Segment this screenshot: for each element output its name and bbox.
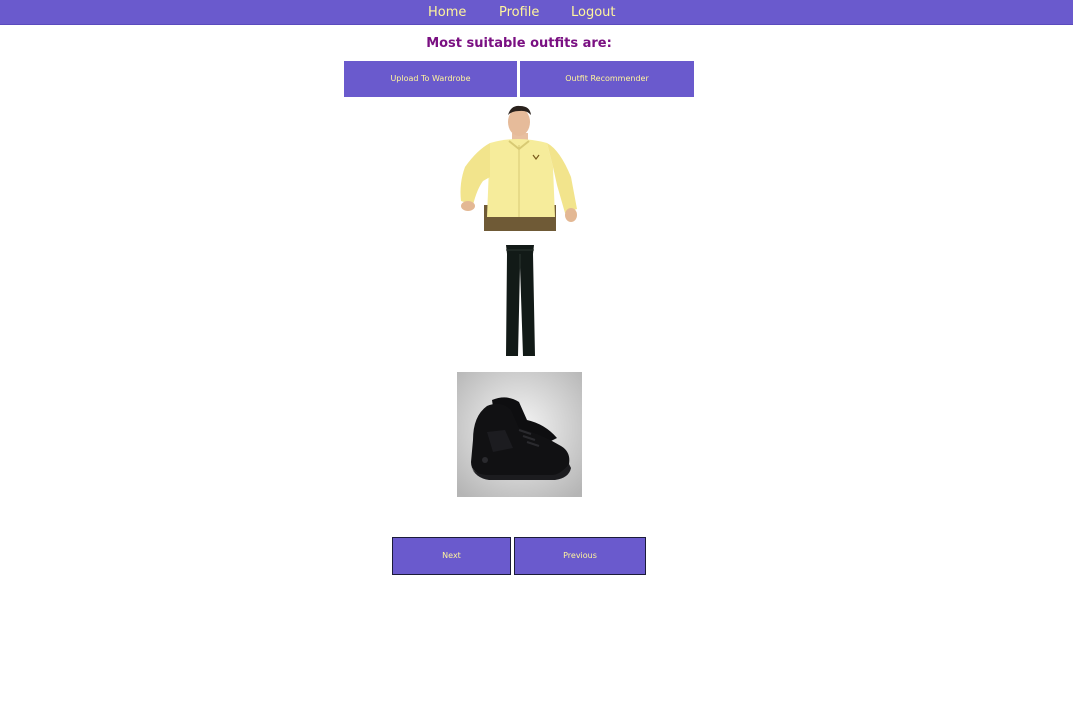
outfit-recommender-button[interactable]: Outfit Recommender — [520, 61, 694, 97]
top-navbar: Home Profile Logout — [0, 0, 1073, 25]
previous-button[interactable]: Previous — [514, 537, 646, 575]
nav-profile-link[interactable]: Profile — [499, 5, 539, 21]
outfit-pants-image — [457, 240, 582, 360]
outfit-shoes-image — [457, 372, 582, 497]
page-title: Most suitable outfits are: — [426, 36, 612, 51]
next-button[interactable]: Next — [392, 537, 511, 575]
nav-logout-link[interactable]: Logout — [571, 5, 616, 21]
outfit-shirt-image — [457, 105, 582, 231]
upload-to-wardrobe-button[interactable]: Upload To Wardrobe — [344, 61, 517, 97]
nav-home-link[interactable]: Home — [428, 5, 466, 21]
